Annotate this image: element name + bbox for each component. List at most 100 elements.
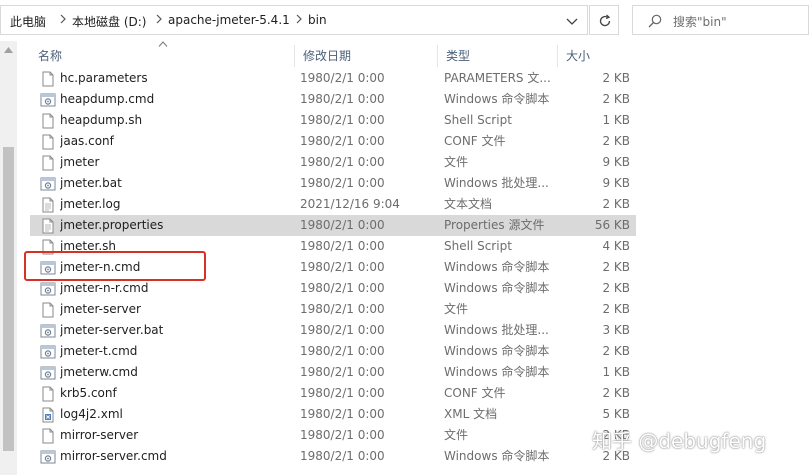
breadcrumb-separator-icon[interactable]	[58, 12, 68, 26]
file-name: jmeter-server	[60, 302, 141, 316]
file-row[interactable]: jmeter-server 1980/2/1 0:00 文件 2 KB	[30, 299, 636, 320]
file-size: 2 KB	[602, 71, 630, 85]
file-date: 1980/2/1 0:00	[300, 92, 385, 106]
refresh-button[interactable]	[589, 5, 619, 35]
file-row[interactable]: jmeter 1980/2/1 0:00 文件 9 KB	[30, 152, 636, 173]
column-name[interactable]: 名称	[30, 45, 295, 67]
file-type: Shell Script	[444, 113, 512, 127]
breadcrumb-separator-icon[interactable]	[294, 12, 304, 26]
file-row[interactable]: mirror-server 1980/2/1 0:00 文件 2 KB	[30, 425, 636, 446]
file-icon	[42, 71, 54, 87]
file-size: 2 KB	[602, 344, 630, 358]
file-date: 1980/2/1 0:00	[300, 71, 385, 85]
file-icon	[42, 134, 54, 150]
file-type: Windows 批处理...	[444, 323, 549, 337]
file-type: 文本文档	[444, 197, 493, 211]
file-name: jmeter	[60, 155, 100, 169]
file-size: 2 KB	[602, 302, 630, 316]
file-date: 1980/2/1 0:00	[300, 218, 385, 232]
file-row[interactable]: jmeter-n-r.cmd 1980/2/1 0:00 Windows 命令脚本 2…	[30, 278, 636, 299]
file-type: Windows 命令脚本	[444, 344, 550, 358]
column-size[interactable]: 大小	[558, 45, 636, 67]
file-type: CONF 文件	[444, 134, 506, 148]
breadcrumb-bin[interactable]: bin	[308, 13, 327, 27]
scroll-up-icon[interactable]	[4, 47, 13, 53]
refresh-icon	[599, 14, 611, 27]
column-type[interactable]: 类型	[438, 45, 558, 67]
file-type: Windows 命令脚本	[444, 281, 550, 295]
file-row[interactable]: jmeter-server.bat 1980/2/1 0:00 Windows 批处…	[30, 320, 636, 341]
file-type: PARAMETERS 文...	[444, 71, 551, 85]
xml-file-icon	[42, 407, 54, 423]
text-file-icon	[42, 218, 54, 234]
file-name: mirror-server	[60, 428, 139, 442]
script-icon	[40, 324, 56, 338]
file-size: 4 KB	[602, 239, 630, 253]
file-name: jaas.conf	[60, 134, 114, 148]
script-icon	[40, 366, 56, 380]
address-bar[interactable]: 此电脑 本地磁盘 (D:) apache-jmeter-5.4.1 bin	[0, 5, 588, 35]
file-name: heapdump.sh	[60, 113, 143, 127]
text-file-icon	[42, 197, 54, 213]
script-icon	[40, 345, 56, 359]
file-icon	[42, 386, 54, 402]
file-name: jmeter.properties	[60, 218, 164, 232]
file-date: 1980/2/1 0:00	[300, 239, 385, 253]
breadcrumb-separator-icon[interactable]	[154, 12, 164, 26]
file-date: 1980/2/1 0:00	[300, 155, 385, 169]
file-row[interactable]: heapdump.sh 1980/2/1 0:00 Shell Script 1 KB	[30, 110, 636, 131]
file-name: mirror-server.cmd	[60, 449, 167, 463]
breadcrumb-drive[interactable]: 本地磁盘 (D:)	[72, 13, 146, 30]
file-icon	[42, 302, 54, 318]
file-row[interactable]: mirror-server.cmd 1980/2/1 0:00 Windows 命令…	[30, 446, 636, 467]
file-row[interactable]: jmeter.properties 1980/2/1 0:00 Properties…	[30, 215, 636, 236]
file-row[interactable]: jmeter.log 2021/12/16 9:04 文本文档 2 KB	[30, 194, 636, 215]
file-icon	[42, 113, 54, 129]
file-name: jmeter.bat	[60, 176, 122, 190]
search-input[interactable]: 搜索"bin"	[632, 5, 809, 35]
script-icon	[40, 450, 56, 464]
file-size: 2 KB	[602, 281, 630, 295]
file-name: log4j2.xml	[60, 407, 123, 421]
file-name: hc.parameters	[60, 71, 148, 85]
column-date[interactable]: 修改日期	[295, 45, 438, 67]
file-row[interactable]: jaas.conf 1980/2/1 0:00 CONF 文件 2 KB	[30, 131, 636, 152]
file-date: 1980/2/1 0:00	[300, 407, 385, 421]
vertical-scrollbar[interactable]	[0, 41, 17, 475]
file-date: 1980/2/1 0:00	[300, 134, 385, 148]
chevron-down-icon[interactable]	[564, 14, 580, 28]
file-row[interactable]: hc.parameters 1980/2/1 0:00 PARAMETERS 文..…	[30, 68, 636, 89]
file-size: 2 KB	[602, 260, 630, 274]
file-name: jmeter-t.cmd	[60, 344, 138, 358]
scrollbar-thumb[interactable]	[3, 147, 14, 451]
file-list[interactable]: 名称 修改日期 类型 大小 hc.parameters 1980/2/1 0:00…	[0, 41, 809, 475]
file-row[interactable]: jmeter.bat 1980/2/1 0:00 Windows 批处理... 9 K…	[30, 173, 636, 194]
file-size: 1 KB	[602, 113, 630, 127]
file-row[interactable]: jmeterw.cmd 1980/2/1 0:00 Windows 命令脚本 1 KB	[30, 362, 636, 383]
file-date: 1980/2/1 0:00	[300, 302, 385, 316]
file-date: 1980/2/1 0:00	[300, 260, 385, 274]
file-row[interactable]: jmeter-t.cmd 1980/2/1 0:00 Windows 命令脚本 2 K…	[30, 341, 636, 362]
file-row[interactable]: log4j2.xml 1980/2/1 0:00 XML 文档 5 KB	[30, 404, 636, 425]
file-type: Windows 命令脚本	[444, 449, 550, 463]
script-icon	[40, 282, 56, 296]
file-size: 9 KB	[602, 155, 630, 169]
file-name: krb5.conf	[60, 386, 117, 400]
file-row[interactable]: krb5.conf 1980/2/1 0:00 CONF 文件 2 KB	[30, 383, 636, 404]
breadcrumb-this-pc[interactable]: 此电脑	[10, 13, 46, 30]
file-name: jmeterw.cmd	[60, 365, 138, 379]
file-icon	[42, 155, 54, 171]
breadcrumb-jmeter-folder[interactable]: apache-jmeter-5.4.1	[168, 13, 290, 27]
file-name: jmeter-server.bat	[60, 323, 164, 337]
file-date: 1980/2/1 0:00	[300, 428, 385, 442]
file-date: 2021/12/16 9:04	[300, 197, 400, 211]
search-icon	[648, 14, 662, 28]
file-row[interactable]: heapdump.cmd 1980/2/1 0:00 Windows 命令脚本 2 K…	[30, 89, 636, 110]
file-type: 文件	[444, 155, 469, 169]
file-date: 1980/2/1 0:00	[300, 449, 385, 463]
file-type: Shell Script	[444, 239, 512, 253]
file-size: 56 KB	[594, 218, 630, 232]
file-date: 1980/2/1 0:00	[300, 344, 385, 358]
file-type: Windows 批处理...	[444, 176, 549, 190]
file-size: 2 KB	[602, 92, 630, 106]
